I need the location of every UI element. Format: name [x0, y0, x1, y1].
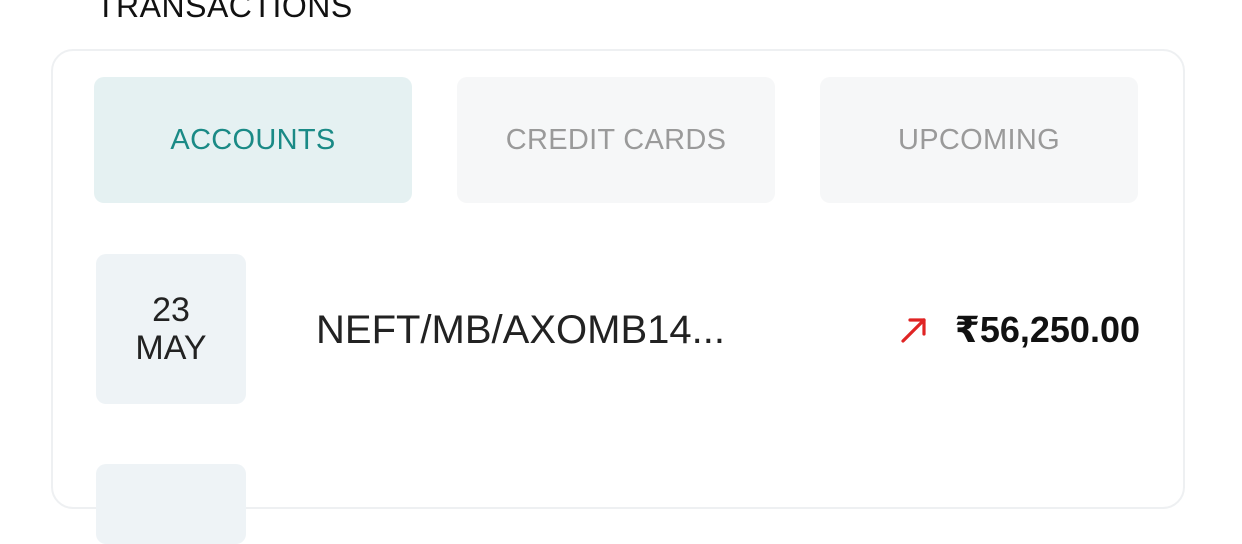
tab-credit-cards[interactable]: CREDIT CARDS	[457, 77, 775, 203]
section-title: TRANSACTIONS	[96, 0, 353, 24]
transaction-date: 23 MAY	[96, 254, 246, 404]
transaction-description: NEFT/MB/AXOMB14...	[316, 308, 725, 352]
transaction-month: MAY	[135, 329, 207, 367]
tab-accounts[interactable]: ACCOUNTS	[94, 77, 412, 203]
tab-upcoming[interactable]: UPCOMING	[820, 77, 1138, 203]
arrow-up-right-icon	[899, 315, 929, 345]
transaction-amount: ₹56,250.00	[954, 309, 1140, 350]
tab-bar: ACCOUNTS CREDIT CARDS UPCOMING	[94, 77, 1138, 203]
transaction-date-next	[96, 464, 246, 544]
transactions-card: ACCOUNTS CREDIT CARDS UPCOMING 23 MAY NE…	[51, 49, 1185, 544]
transaction-row[interactable]: 23 MAY NEFT/MB/AXOMB14... ₹56,250.00	[53, 254, 1183, 406]
transaction-amount-group: ₹56,250.00	[899, 306, 1140, 354]
transaction-day: 23	[152, 291, 190, 329]
